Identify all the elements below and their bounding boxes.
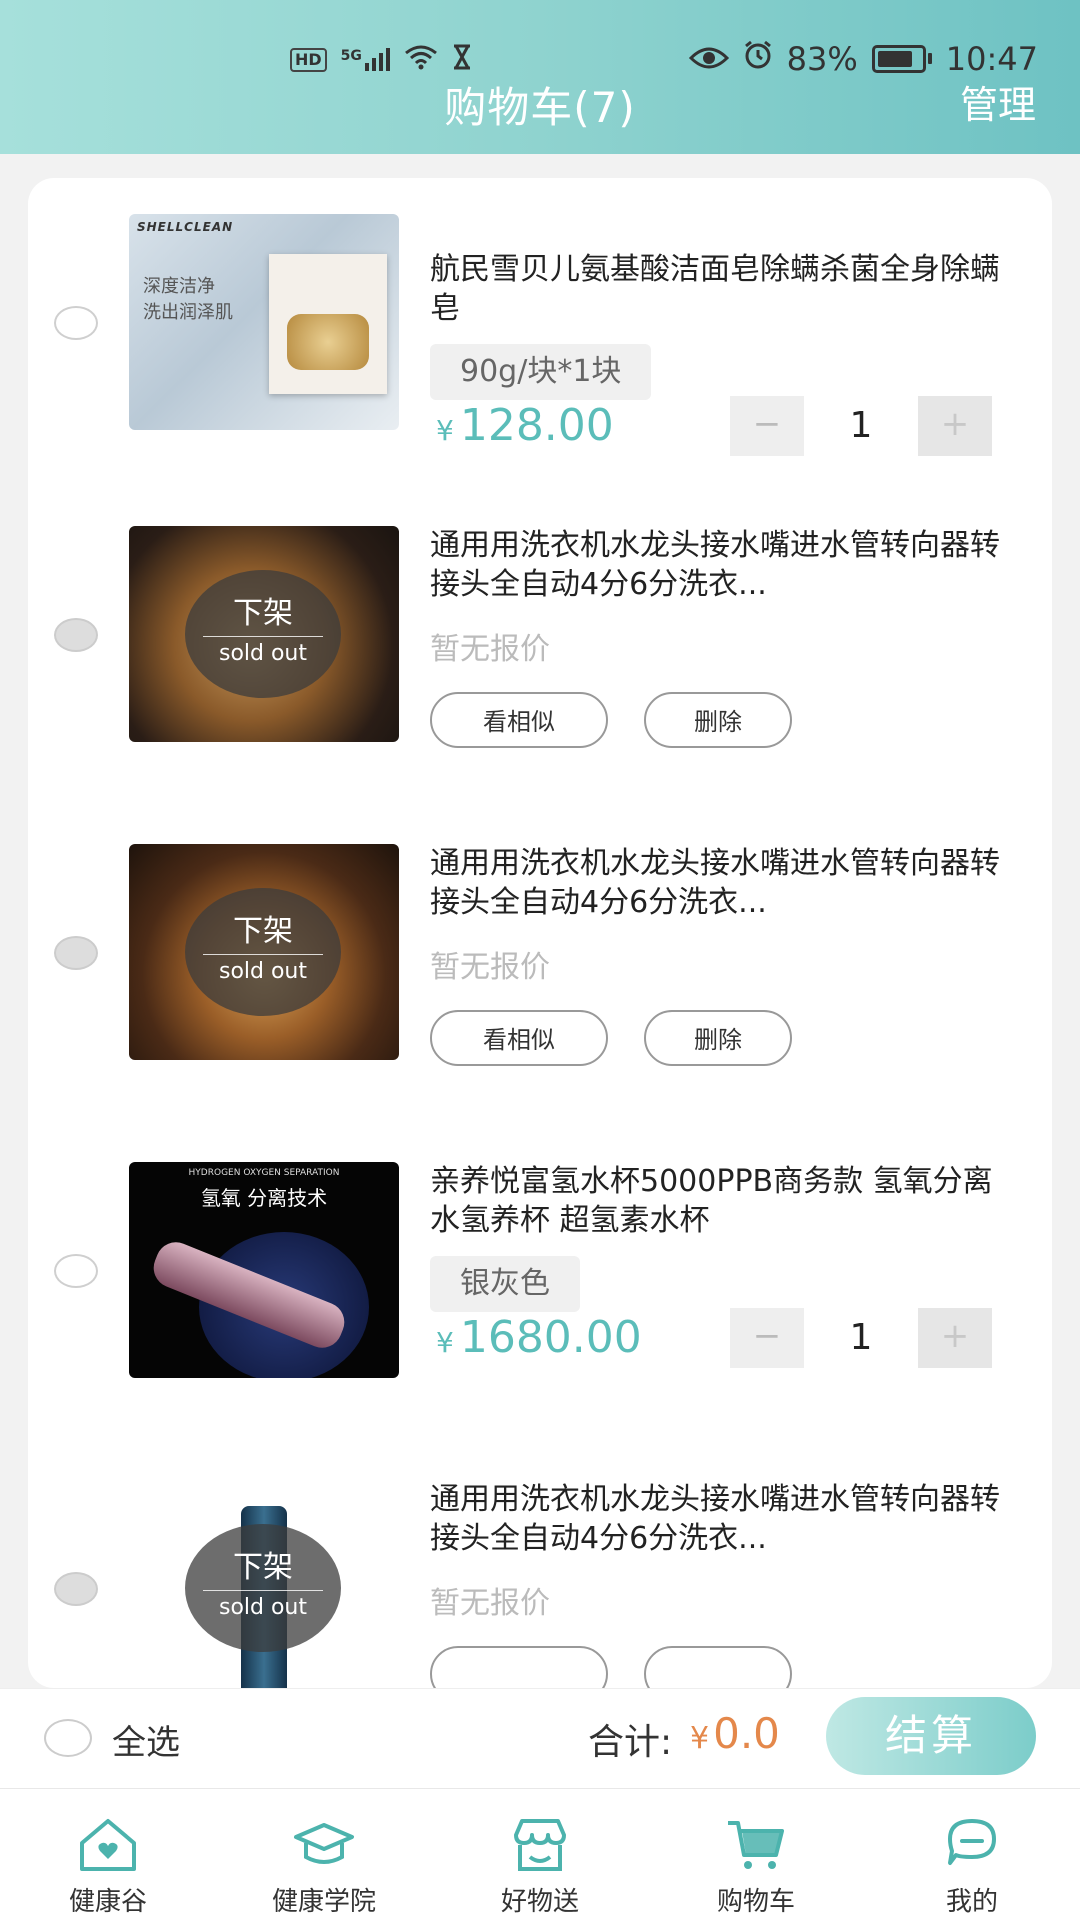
find-similar-button[interactable]: 看相似 (430, 1010, 608, 1066)
shop-icon (514, 1819, 566, 1871)
decrease-button[interactable]: − (730, 396, 804, 456)
tab-label: 购物车 (716, 1887, 795, 1917)
cart-icon (728, 1821, 784, 1869)
signal-5g-icon: 5G (341, 48, 390, 71)
select-all-label[interactable]: 全选 (112, 1715, 180, 1764)
product-spec[interactable]: 银灰色 (430, 1256, 580, 1312)
cart-list: SHELLCLEAN 深度洁净 洗出润泽肌 航民雪贝儿氨基酸洁面皂除螨杀菌全身除… (28, 178, 1052, 1688)
delete-button[interactable]: 删除 (644, 1010, 792, 1066)
cart-item: 下架 sold out 通用用洗衣机水龙头接水嘴进水管转向器转接头全自动4分6分… (28, 526, 1052, 756)
increase-button[interactable]: + (918, 396, 992, 456)
header: HD 5G 83% 10:47 购物车(7) 管理 (0, 0, 1080, 154)
no-price-text: 暂无报价 (430, 1586, 550, 1621)
product-image[interactable]: HYDROGEN OXYGEN SEPARATION 氢氧 分离技术 (129, 1162, 399, 1378)
product-price: ¥1680.00 (436, 1312, 642, 1363)
item-checkbox (54, 618, 98, 652)
soap-bar (287, 314, 369, 370)
item-checkbox (54, 936, 98, 970)
quantity-value[interactable]: 1 (804, 1308, 918, 1368)
hd-icon: HD (290, 47, 327, 72)
quantity-stepper: − 1 + (730, 1308, 992, 1368)
battery-icon (871, 45, 932, 73)
soap-brand: SHELLCLEAN (137, 220, 234, 234)
tab-label: 健康学院 (271, 1887, 376, 1917)
manage-button[interactable]: 管理 (960, 74, 1036, 129)
total-amount: ¥0.0 (690, 1709, 780, 1758)
product-image[interactable]: 下架 sold out (129, 526, 399, 742)
tab-health-valley[interactable]: 健康谷 (8, 1789, 208, 1921)
sold-out-badge: 下架 sold out (185, 888, 341, 1016)
tab-label: 好物送 (500, 1887, 579, 1917)
cart-item: HYDROGEN OXYGEN SEPARATION 氢氧 分离技术 亲养悦富氢… (28, 1162, 1052, 1392)
no-price-text: 暂无报价 (430, 632, 550, 667)
page-title: 购物车(7) (444, 83, 636, 132)
cart-item: 下架 sold out 通用用洗衣机水龙头接水嘴进水管转向器转接头全自动4分6分… (28, 844, 1052, 1074)
hourglass-icon (452, 44, 472, 75)
tab-mine[interactable]: 我的 (872, 1789, 1072, 1921)
cup-title-text: 氢氧 分离技术 (200, 1186, 328, 1210)
bottom-tab-bar: 健康谷 健康学院 好物送 购物车 我的 (0, 1788, 1080, 1921)
cart-item: SHELLCLEAN 深度洁净 洗出润泽肌 航民雪贝儿氨基酸洁面皂除螨杀菌全身除… (28, 214, 1052, 456)
no-price-text: 暂无报价 (430, 950, 550, 985)
item-checkbox[interactable] (54, 1254, 98, 1288)
soap-text-1: 深度洁净 (143, 276, 215, 297)
select-all-checkbox[interactable] (44, 1719, 92, 1757)
tab-goods[interactable]: 好物送 (440, 1789, 640, 1921)
wifi-icon (404, 44, 438, 75)
eye-icon (688, 40, 729, 78)
product-name[interactable]: 航民雪贝儿氨基酸洁面皂除螨杀菌全身除螨皂 (430, 250, 1000, 328)
product-name[interactable]: 通用用洗衣机水龙头接水嘴进水管转向器转接头全自动4分6分洗衣... (430, 1480, 1000, 1558)
product-spec[interactable]: 90g/块*1块 (430, 344, 652, 400)
checkout-button[interactable]: 结算 (826, 1697, 1036, 1775)
tab-cart[interactable]: 购物车 (656, 1789, 856, 1921)
quantity-value[interactable]: 1 (804, 396, 918, 456)
sold-out-badge: 下架 sold out (185, 1524, 341, 1652)
product-image[interactable]: 下架 sold out (129, 1480, 399, 1688)
tab-label: 我的 (945, 1887, 998, 1917)
clock: 10:47 (945, 40, 1038, 78)
increase-button[interactable]: + (918, 1308, 992, 1368)
item-checkbox[interactable] (54, 306, 98, 340)
product-name[interactable]: 通用用洗衣机水龙头接水嘴进水管转向器转接头全自动4分6分洗衣... (430, 844, 1000, 922)
profile-icon (948, 1819, 996, 1865)
sold-out-badge: 下架 sold out (185, 570, 341, 698)
delete-button[interactable] (644, 1646, 792, 1688)
cart-item: 下架 sold out 通用用洗衣机水龙头接水嘴进水管转向器转接头全自动4分6分… (28, 1480, 1052, 1688)
product-image[interactable]: SHELLCLEAN 深度洁净 洗出润泽肌 (129, 214, 399, 430)
battery-percent: 83% (786, 40, 858, 78)
alarm-icon (743, 40, 773, 78)
graduation-cap-icon (294, 1823, 354, 1864)
soap-text-2: 洗出润泽肌 (143, 302, 233, 323)
product-name[interactable]: 亲养悦富氢水杯5000PPB商务款 氢氧分离水氢养杯 超氢素水杯 (430, 1162, 1000, 1240)
product-name[interactable]: 通用用洗衣机水龙头接水嘴进水管转向器转接头全自动4分6分洗衣... (430, 526, 1000, 604)
quantity-stepper: − 1 + (730, 396, 992, 456)
house-heart-icon (80, 1819, 136, 1871)
delete-button[interactable]: 删除 (644, 692, 792, 748)
checkout-bar: 全选 合计: ¥0.0 结算 (0, 1688, 1080, 1789)
tab-label: 健康谷 (68, 1887, 147, 1917)
product-price: ¥128.00 (436, 400, 614, 451)
find-similar-button[interactable] (430, 1646, 608, 1688)
item-checkbox (54, 1572, 98, 1606)
decrease-button[interactable]: − (730, 1308, 804, 1368)
product-image[interactable]: 下架 sold out (129, 844, 399, 1060)
total-label: 合计: (588, 1722, 673, 1763)
cup-sub-text: HYDROGEN OXYGEN SEPARATION (188, 1168, 340, 1178)
find-similar-button[interactable]: 看相似 (430, 692, 608, 748)
tab-health-academy[interactable]: 健康学院 (224, 1789, 424, 1921)
